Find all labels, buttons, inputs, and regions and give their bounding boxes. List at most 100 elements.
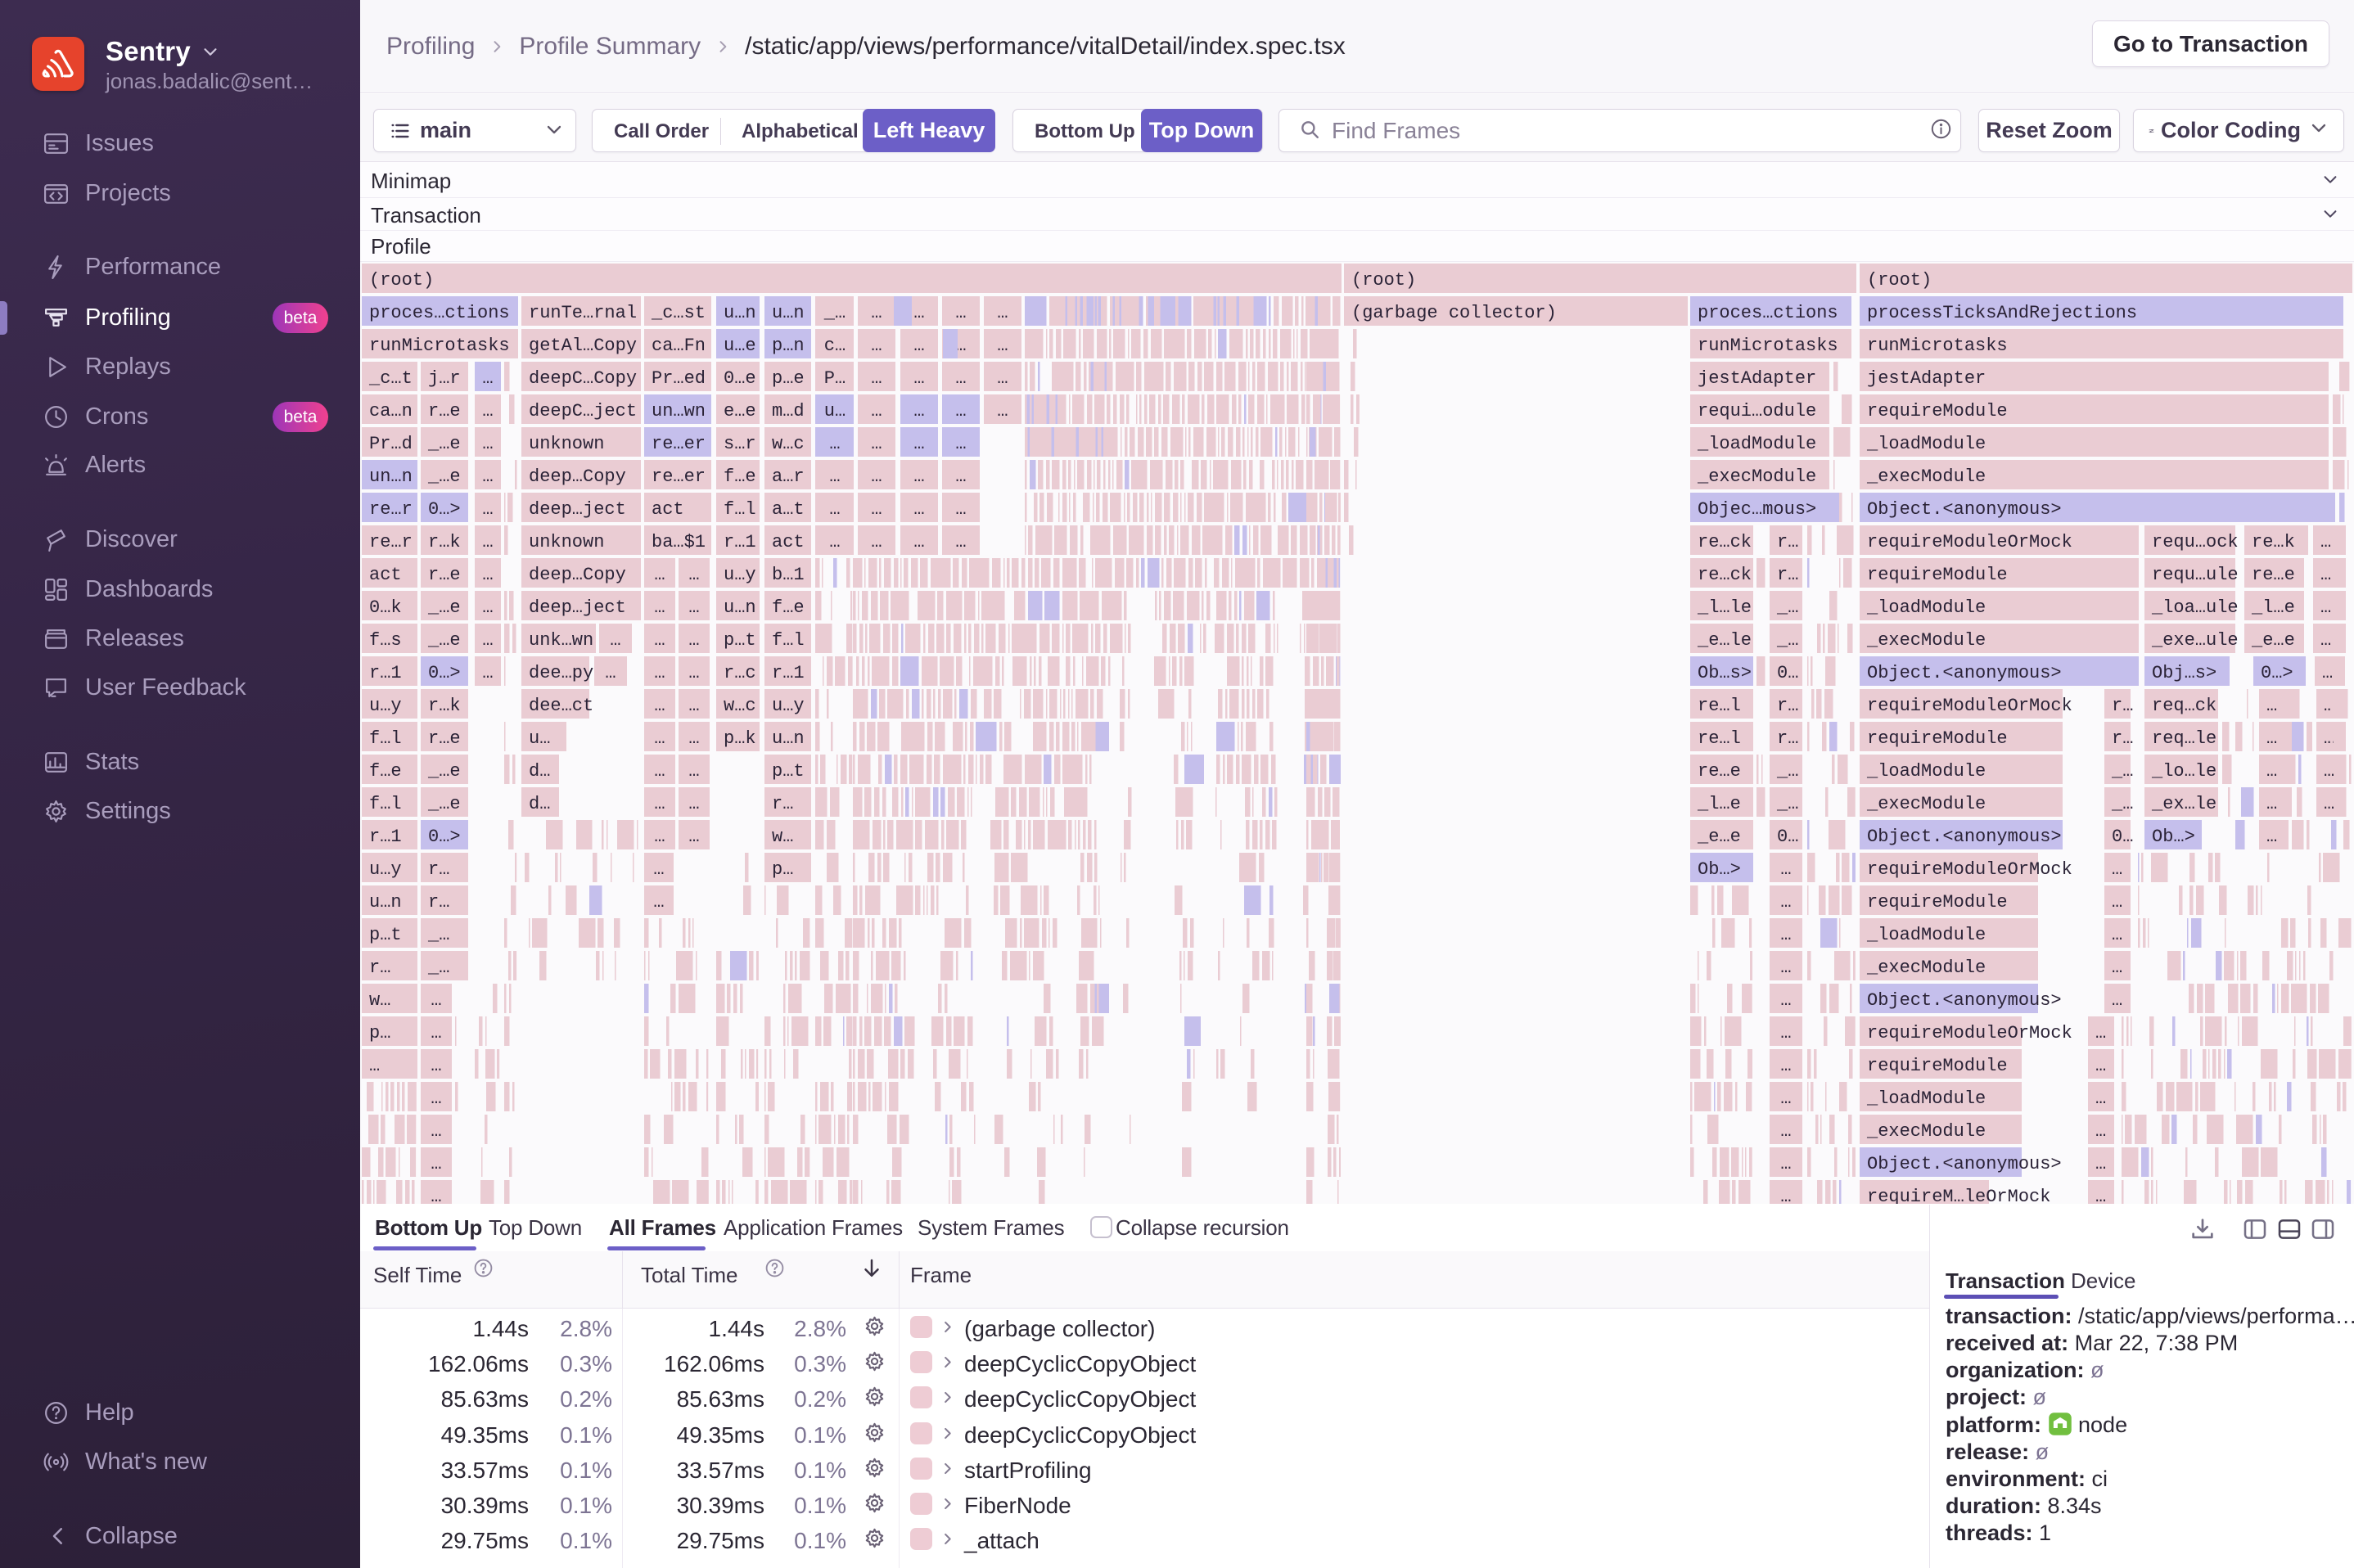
svg-text:r…: r… [369,957,390,978]
svg-text:…: … [955,303,966,323]
svg-text:act: act [772,532,805,552]
svg-text:_…e: _…e [427,630,461,651]
svg-text:requireModule: requireModule [1867,401,2008,421]
svg-text:…: … [871,368,882,389]
svg-text:…: … [955,434,966,454]
svg-text:…: … [2266,696,2277,716]
svg-text:a…t: a…t [772,499,805,520]
svg-text:r…: r… [1777,728,1798,749]
svg-text:_c…t: _c…t [368,368,413,389]
svg-text:r…1: r…1 [724,532,756,552]
svg-text:…: … [2322,663,2333,683]
svg-text:Ob…>: Ob…> [2152,827,2195,847]
svg-text:(garbage collector): (garbage collector) [1351,303,1557,323]
svg-text:r…: r… [2112,728,2133,749]
svg-text:_…e: _…e [427,434,461,454]
svg-text:Objec…mous>: Objec…mous> [1698,499,1816,520]
svg-text:_lo…le: _lo…le [2151,761,2216,782]
svg-text:…: … [997,303,1008,323]
svg-text:runTe…rnal: runTe…rnal [529,303,637,323]
svg-text:requi…odule: requi…odule [1698,401,1816,421]
svg-text:p…: p… [772,859,793,880]
svg-text:…: … [2324,794,2334,814]
svg-text:d…: d… [529,761,550,782]
svg-text:requireM…leOrMock: requireM…leOrMock [1867,1187,2050,1204]
svg-text:_loadModule: _loadModule [1866,925,1986,945]
svg-text:u…: u… [529,728,550,749]
svg-text:…: … [654,728,665,749]
svg-text:re…e: re…e [2252,565,2295,585]
svg-text:…: … [2320,532,2331,552]
svg-text:u…e: u…e [724,336,756,356]
svg-text:…: … [654,761,665,782]
svg-text:p…t: p…t [772,761,805,782]
svg-text:…: … [871,434,882,454]
svg-text:…: … [605,663,616,683]
svg-text:p…e: p…e [772,368,805,389]
svg-text:ca…n: ca…n [369,401,413,421]
svg-text:unknown: unknown [529,434,604,454]
svg-text:p…: p… [369,1023,390,1043]
svg-text:0…>: 0…> [428,827,461,847]
svg-text:Object.<anonymous>: Object.<anonymous> [1867,990,2062,1011]
svg-text:getAl…Copy: getAl…Copy [529,336,637,356]
svg-text:…: … [955,466,966,487]
svg-text:…: … [688,794,699,814]
svg-text:r…e: r…e [428,728,461,749]
svg-text:re…e: re…e [1698,761,1741,782]
svg-text:p…n: p…n [772,336,805,356]
svg-text:s…r: s…r [724,434,756,454]
svg-text:…: … [482,368,493,389]
svg-text:r…1: r…1 [369,827,402,847]
svg-text:0…>: 0…> [2261,663,2293,683]
svg-text:…: … [2266,728,2277,749]
svg-text:P…: P… [824,368,846,389]
svg-text:0…>: 0…> [428,499,461,520]
svg-text:…: … [871,499,882,520]
svg-text:…: … [913,303,924,323]
svg-text:u…y: u…y [772,696,805,716]
svg-text:r…: r… [1777,696,1798,716]
svg-text:_ex…le: _ex…le [2151,794,2216,814]
svg-text:…: … [1780,990,1791,1011]
svg-text:Object.<anonymous>: Object.<anonymous> [1867,1154,2062,1174]
svg-text:…: … [2112,925,2122,945]
svg-text:r…k: r…k [428,696,461,716]
svg-text:…: … [482,597,493,618]
svg-text:runMicrotasks: runMicrotasks [1698,336,1838,356]
svg-text:re…er: re…er [652,466,706,487]
svg-text:m…d: m…d [772,401,805,421]
svg-text:(root): (root) [1351,270,1416,291]
svg-text:…: … [913,499,924,520]
svg-text:…: … [913,532,924,552]
svg-text:…: … [829,499,840,520]
svg-text:…: … [482,630,493,651]
svg-text:…: … [2095,1088,2106,1109]
svg-text:_l…le: _l…le [1697,597,1752,618]
svg-text:…: … [871,303,882,323]
svg-text:j…r: j…r [428,368,461,389]
svg-text:_loadModule: _loadModule [1866,597,1986,618]
svg-text:requireModuleOrMock: requireModuleOrMock [1867,696,2072,716]
svg-text:…: … [2320,630,2331,651]
svg-text:f…l: f…l [369,794,402,814]
svg-text:a…r: a…r [772,466,805,487]
svg-text:u…y: u…y [369,696,402,716]
svg-text:re…r: re…r [369,532,413,552]
svg-text:r…k: r…k [428,532,461,552]
svg-text:…: … [2324,761,2334,782]
svg-text:…: … [871,532,882,552]
svg-text:unk…wn: unk…wn [529,630,593,651]
svg-text:…: … [2112,892,2122,912]
svg-text:_…: _… [427,957,449,978]
svg-text:Object.<anonymous>: Object.<anonymous> [1867,663,2062,683]
svg-text:_e…e: _e…e [2251,630,2295,651]
svg-text:f…l: f…l [772,630,805,651]
svg-text:b…1: b…1 [772,565,805,585]
svg-text:(root): (root) [1867,270,1932,291]
svg-text:_…: _… [1776,597,1798,618]
svg-text:_execModule: _execModule [1866,466,1986,487]
svg-text:p…t: p…t [369,925,402,945]
svg-text:…: … [688,761,699,782]
svg-text:f…l: f…l [369,728,402,749]
